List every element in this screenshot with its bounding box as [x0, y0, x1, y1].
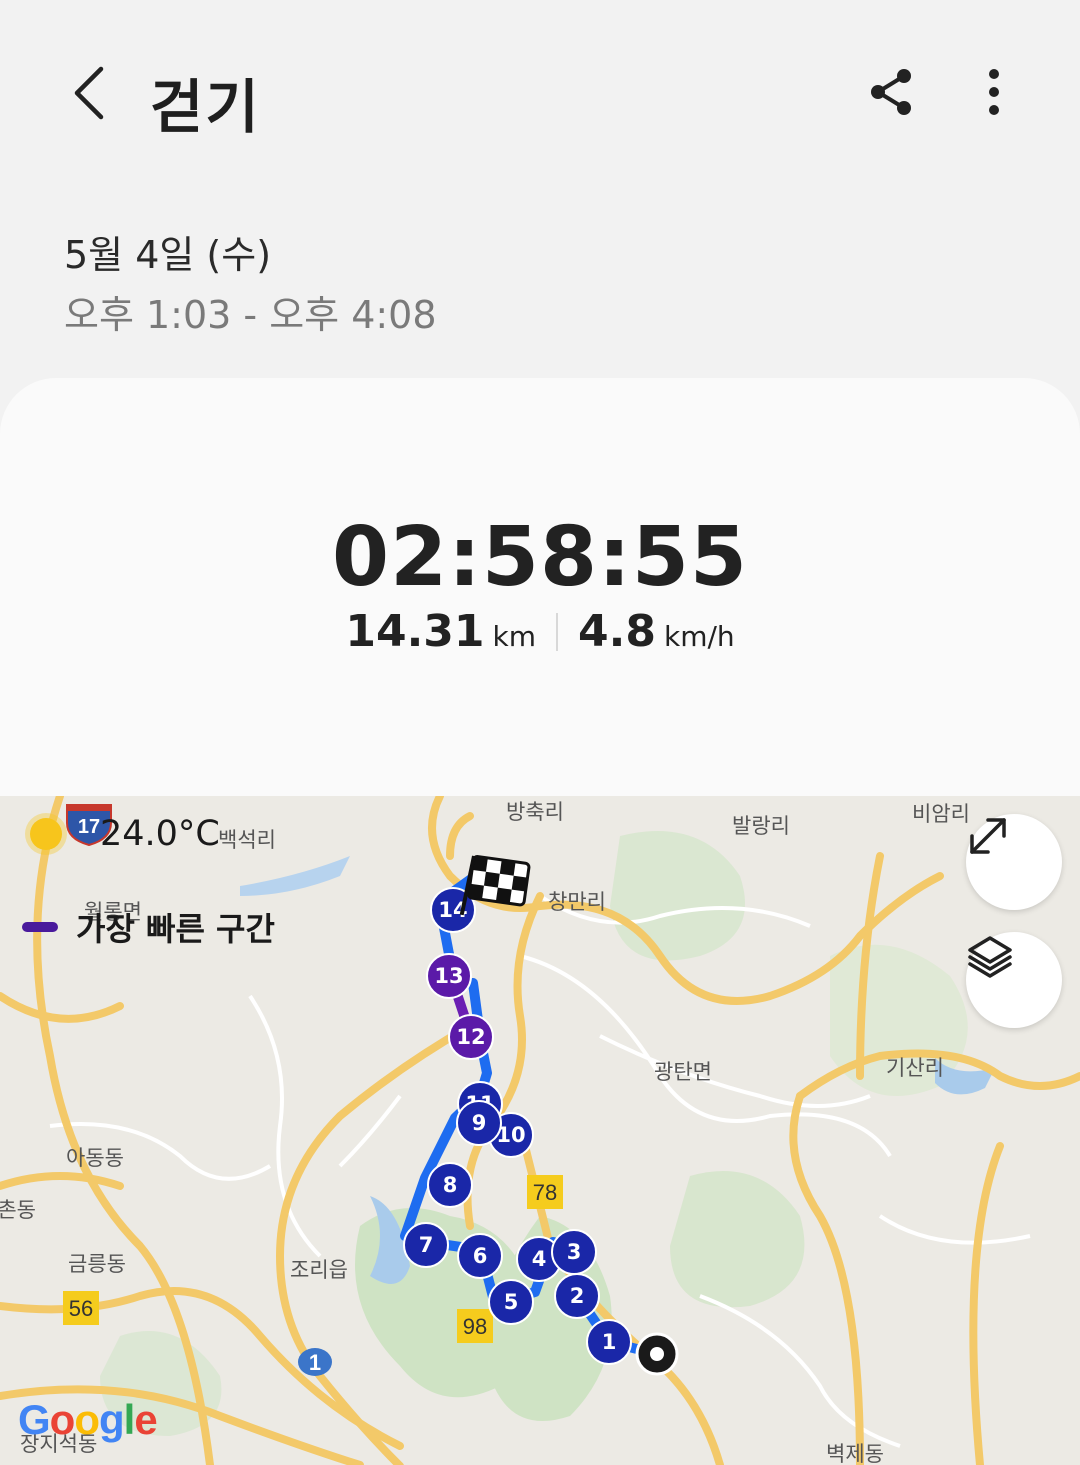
- distance-value: 14.31: [345, 606, 485, 657]
- fast-segment-swatch: [22, 922, 58, 932]
- lap-marker-label: 2: [570, 1284, 585, 1308]
- app-header: 걷기: [0, 0, 1080, 190]
- stats-card: 02:58:55 14.31 km 4.8 km/h: [0, 378, 1080, 838]
- lap-marker-label: 13: [434, 964, 463, 988]
- speed-value: 4.8: [578, 606, 656, 657]
- speed-unit: km/h: [663, 620, 735, 653]
- lap-marker-label: 3: [567, 1240, 582, 1264]
- google-logo-letter: g: [98, 1396, 125, 1443]
- lap-marker-6[interactable]: 6: [457, 1233, 503, 1279]
- lap-marker-label: 6: [473, 1244, 488, 1268]
- back-button[interactable]: [58, 58, 118, 128]
- workout-time-range: 오후 1:03 - 오후 4:08: [64, 293, 437, 337]
- google-logo-letter: l: [123, 1396, 136, 1443]
- temperature-value: 24.0°C: [100, 814, 220, 854]
- stats-divider: [556, 612, 559, 651]
- more-options-button[interactable]: [966, 62, 1022, 122]
- lap-marker-7[interactable]: 7: [403, 1222, 449, 1268]
- expand-map-button[interactable]: [966, 814, 1062, 910]
- google-logo-letter: o: [74, 1396, 100, 1443]
- lap-marker-label: 8: [443, 1173, 458, 1197]
- share-icon: [871, 69, 911, 115]
- lap-marker-5[interactable]: 5: [488, 1279, 534, 1325]
- share-button[interactable]: [862, 62, 922, 122]
- lap-marker-label: 5: [504, 1290, 519, 1314]
- map-layers-button[interactable]: [966, 932, 1062, 1028]
- start-point-icon: [635, 1332, 679, 1376]
- page-title: 걷기: [150, 73, 261, 141]
- lap-marker-label: 12: [456, 1025, 485, 1049]
- lap-marker-label: 9: [472, 1111, 487, 1135]
- route-map[interactable]: 방축리 백석리 발랑리 비암리 창만리 월롱면 광탄면 기산리 아동동 금릉동 …: [0, 796, 1080, 1465]
- lap-marker-3[interactable]: 3: [551, 1229, 597, 1275]
- sun-icon: [30, 818, 62, 850]
- chevron-left-icon: [74, 66, 104, 120]
- more-vertical-icon: [989, 69, 999, 115]
- layers-icon: [968, 936, 1012, 978]
- stats-row: 14.31 km 4.8 km/h: [0, 606, 1080, 657]
- google-logo-letter: o: [49, 1396, 76, 1443]
- lap-marker-12[interactable]: 12: [448, 1014, 494, 1060]
- distance-unit: km: [492, 620, 537, 653]
- lap-marker-label: 1: [602, 1330, 617, 1354]
- lap-marker-1[interactable]: 1: [586, 1319, 632, 1365]
- lap-marker-8[interactable]: 8: [427, 1162, 473, 1208]
- expand-icon: [970, 818, 1006, 854]
- google-logo: Google: [18, 1396, 158, 1444]
- lap-marker-label: 7: [419, 1233, 434, 1257]
- google-logo-letter: e: [134, 1396, 157, 1443]
- weather-badge: 24.0°C: [30, 814, 220, 854]
- lap-marker-13[interactable]: 13: [426, 953, 472, 999]
- route-markers: 11 10 9 8 7 6 5 4 3 2 1 12 13 14: [403, 855, 679, 1376]
- lap-marker-9[interactable]: 9: [456, 1100, 502, 1146]
- duration-value: 02:58:55: [332, 510, 748, 605]
- legend-label: 가장 빠른 구간: [76, 910, 275, 948]
- lap-marker-label: 4: [532, 1247, 547, 1271]
- map-legend: 가장 빠른 구간: [22, 904, 275, 950]
- google-logo-letter: G: [18, 1396, 51, 1443]
- lap-marker-2[interactable]: 2: [554, 1273, 600, 1319]
- workout-date: 5월 4일 (수): [64, 233, 272, 277]
